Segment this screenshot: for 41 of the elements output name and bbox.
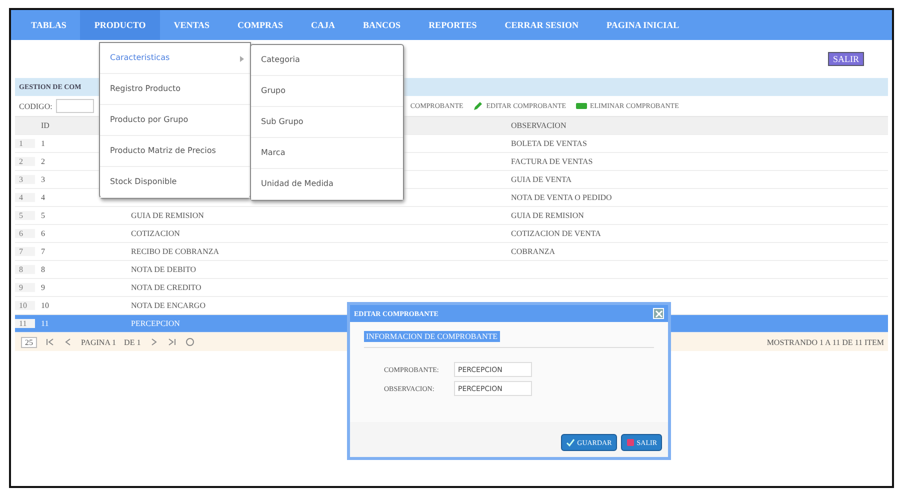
table-cell-text: 4 bbox=[40, 193, 46, 202]
row-number: 7 bbox=[15, 247, 35, 256]
row-number: 11 bbox=[15, 319, 35, 328]
table-cell: GUIA DE REMISION bbox=[131, 211, 204, 220]
table-cell: NOTA DE ENCARGO bbox=[131, 301, 206, 310]
table-cell: COTIZACION DE VENTA bbox=[511, 229, 601, 238]
row-number: 9 bbox=[15, 283, 35, 292]
table-cell-text: 2 bbox=[40, 157, 46, 166]
table-cell: NOTA DE VENTA O PEDIDO bbox=[511, 193, 612, 202]
row-number: 3 bbox=[15, 175, 35, 184]
table-cell: COBRANZA bbox=[511, 247, 556, 256]
table-cell: COTIZACION bbox=[131, 229, 180, 238]
row-number: 8 bbox=[15, 265, 35, 274]
table-cell-text: 1 bbox=[40, 139, 46, 148]
section-heading: INFORMACION DE COMPROBANTE bbox=[364, 331, 500, 342]
table-cell: BOLETA DE VENTAS bbox=[511, 139, 587, 148]
table-cell: GUIA DE REMISION bbox=[511, 211, 584, 220]
table-cell-text: 10 bbox=[40, 301, 50, 310]
table-cell-text: 5 bbox=[40, 211, 46, 220]
table-cell: NOTA DE DEBITO bbox=[131, 265, 196, 274]
table-cell-text: 6 bbox=[40, 229, 46, 238]
row-number: 2 bbox=[15, 157, 35, 166]
table-cell-text: 9 bbox=[40, 283, 46, 292]
table-cell-text: 7 bbox=[40, 247, 46, 256]
search-label: CODIGO: bbox=[19, 102, 52, 110]
page-count: DE 1 bbox=[124, 338, 141, 346]
pager-summary: MOSTRANDO 1 A 11 DE 11 ITEM bbox=[766, 338, 885, 346]
table-cell: PERCEPCION bbox=[131, 319, 180, 328]
row-number: 5 bbox=[15, 211, 35, 220]
row-number: 10 bbox=[15, 301, 35, 310]
table-cell: NOTA DE CREDITO bbox=[131, 283, 202, 292]
table-cell: RECIBO DE COBRANZA bbox=[131, 247, 220, 256]
page-label: PAGINA 1 bbox=[81, 338, 116, 346]
row-number: 6 bbox=[15, 229, 35, 238]
table-cell: FACTURA DE VENTAS bbox=[511, 157, 593, 166]
table-cell-text: 11 bbox=[40, 319, 50, 328]
table-cell-text: 8 bbox=[40, 265, 46, 274]
table-cell-text: 3 bbox=[40, 175, 46, 184]
row-number: 4 bbox=[15, 193, 35, 202]
row-number: 1 bbox=[15, 139, 35, 148]
table-cell: GUIA DE VENTA bbox=[511, 175, 572, 184]
